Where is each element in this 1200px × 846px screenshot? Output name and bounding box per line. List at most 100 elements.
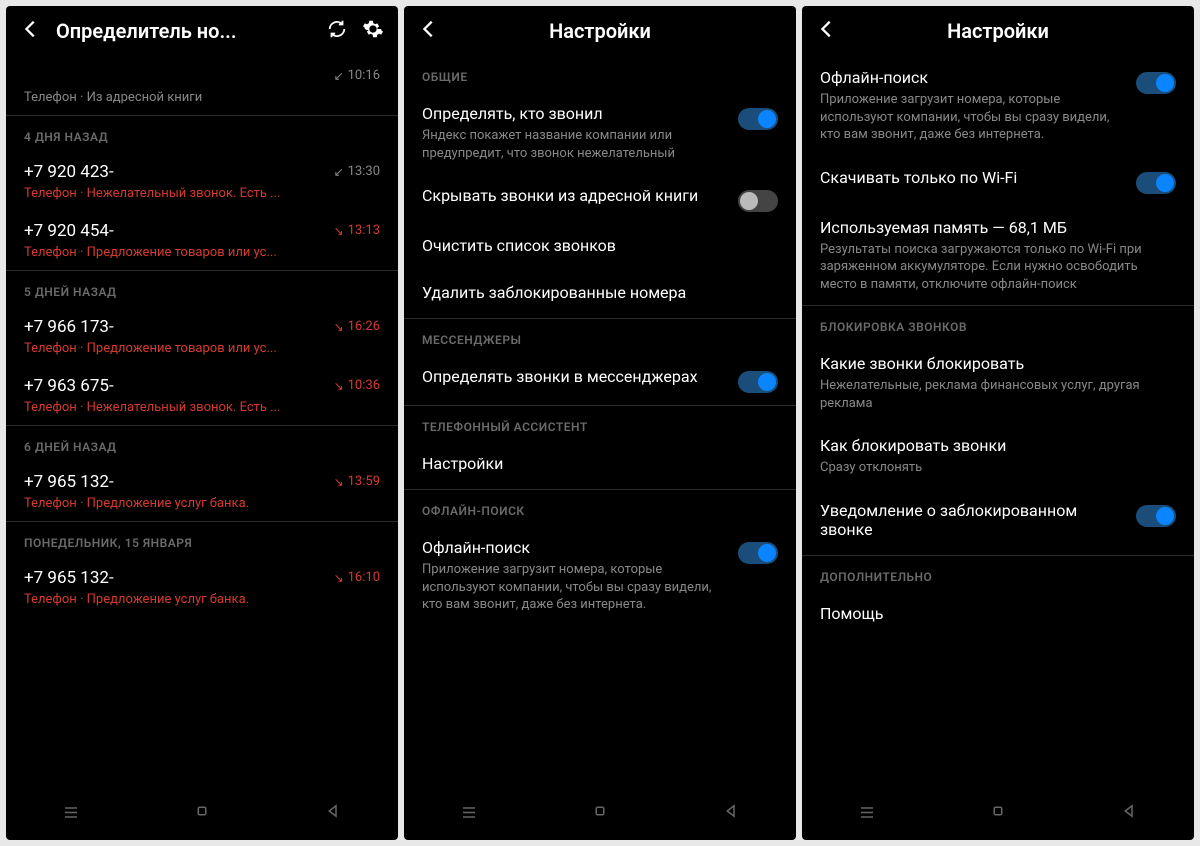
settings-screen-1: Настройки ОБЩИЕ Определять, кто звонил Я…	[404, 6, 796, 840]
setting-title: Уведомление о заблокированном звонке	[820, 501, 1124, 539]
home-button[interactable]	[571, 798, 629, 828]
setting-how-block[interactable]: Как блокировать звонки Сразу отклонять	[802, 424, 1194, 489]
toggle-messenger-detect[interactable]	[738, 371, 778, 393]
setting-offline-search[interactable]: Офлайн-поиск Приложение загрузит номера,…	[802, 56, 1194, 156]
home-button[interactable]	[173, 798, 231, 828]
back-icon[interactable]	[20, 18, 42, 44]
setting-desc: Сразу отклонять	[820, 459, 1176, 477]
call-time: ↘16:10	[334, 570, 380, 585]
call-sub: Телефон · Нежелательный звонок. Есть ...	[24, 186, 314, 201]
setting-title: Офлайн-поиск	[820, 68, 1124, 87]
call-sub: Телефон · Предложение услуг банка.	[24, 592, 314, 607]
setting-assistant[interactable]: Настройки	[404, 442, 796, 489]
call-time: ↙13:30	[334, 164, 380, 179]
setting-title: Определять звонки в мессенджерах	[422, 367, 726, 386]
setting-messenger-detect[interactable]: Определять звонки в мессенджерах	[404, 355, 796, 405]
call-item[interactable]: +7 966 173- Телефон · Предложение товаро…	[6, 307, 398, 366]
setting-title: Используемая память — 68,1 МБ	[820, 218, 1176, 237]
toggle-block-notification[interactable]	[1136, 505, 1176, 527]
call-time: ↙10:16	[334, 68, 380, 83]
back-icon[interactable]	[418, 18, 440, 44]
home-button[interactable]	[969, 798, 1027, 828]
page-title: Определитель но...	[56, 19, 312, 43]
setting-title: Помощь	[820, 604, 1176, 623]
setting-title: Какие звонки блокировать	[820, 354, 1176, 373]
setting-help[interactable]: Помощь	[802, 592, 1194, 639]
setting-detect-caller[interactable]: Определять, кто звонил Яндекс покажет на…	[404, 92, 796, 174]
recent-apps-button[interactable]	[42, 798, 100, 828]
call-number: +7 966 173-	[24, 317, 380, 337]
toggle-hide-contacts[interactable]	[738, 190, 778, 212]
setting-delete-blocked[interactable]: Удалить заблокированные номера	[404, 271, 796, 318]
page-title: Настройки	[852, 19, 1144, 43]
section-header-blocking: БЛОКИРОВКА ЗВОНКОВ	[802, 306, 1194, 342]
call-item[interactable]: +7 963 675- Телефон · Нежелательный звон…	[6, 366, 398, 425]
call-item[interactable]: Телефон · Из адресной книги ↙10:16	[6, 56, 398, 115]
setting-title: Офлайн-поиск	[422, 538, 726, 557]
section-header-assistant: ТЕЛЕФОННЫЙ АССИСТЕНТ	[404, 406, 796, 442]
call-sub: Телефон · Нежелательный звонок. Есть ...	[24, 400, 314, 415]
setting-title: Настройки	[422, 454, 778, 473]
missed-arrow-icon: ↘	[334, 320, 344, 334]
android-navbar	[802, 786, 1194, 840]
call-time: ↘13:13	[334, 223, 380, 238]
call-sub: Телефон · Предложение товаров или ус...	[24, 245, 314, 260]
toggle-detect-caller[interactable]	[738, 108, 778, 130]
call-number: +7 965 132-	[24, 472, 380, 492]
recent-apps-button[interactable]	[440, 798, 498, 828]
incoming-arrow-icon: ↙	[334, 69, 344, 83]
setting-title: Скачивать только по Wi-Fi	[820, 168, 1124, 187]
date-header: 4 ДНЯ НАЗАД	[6, 116, 398, 152]
setting-title: Определять, кто звонил	[422, 104, 726, 123]
back-button[interactable]	[1100, 798, 1158, 828]
android-navbar	[404, 786, 796, 840]
call-sub: Телефон · Из адресной книги	[24, 90, 314, 105]
settings-screen-2: Настройки Офлайн-поиск Приложение загруз…	[802, 6, 1194, 840]
toggle-offline-search[interactable]	[1136, 72, 1176, 94]
toggle-offline-search[interactable]	[738, 542, 778, 564]
call-time: ↘16:26	[334, 319, 380, 334]
settings-content: ОБЩИЕ Определять, кто звонил Яндекс пока…	[404, 56, 796, 786]
call-item[interactable]: +7 965 132- Телефон · Предложение услуг …	[6, 462, 398, 521]
gear-icon[interactable]	[362, 18, 384, 44]
call-item[interactable]: +7 920 423- Телефон · Нежелательный звон…	[6, 152, 398, 211]
call-sub: Телефон · Предложение услуг банка.	[24, 496, 314, 511]
call-number: +7 965 132-	[24, 568, 380, 588]
setting-which-block[interactable]: Какие звонки блокировать Нежелательные, …	[802, 342, 1194, 424]
section-header-extra: ДОПОЛНИТЕЛЬНО	[802, 556, 1194, 592]
setting-block-notification[interactable]: Уведомление о заблокированном звонке	[802, 489, 1194, 555]
setting-memory-usage: Используемая память — 68,1 МБ Результаты…	[802, 206, 1194, 306]
setting-title: Очистить список звонков	[422, 236, 778, 255]
call-log-content: Телефон · Из адресной книги ↙10:16 4 ДНЯ…	[6, 56, 398, 786]
call-number: +7 920 454-	[24, 221, 380, 241]
setting-clear-calls[interactable]: Очистить список звонков	[404, 224, 796, 271]
call-number	[24, 66, 380, 86]
back-button[interactable]	[304, 798, 362, 828]
header: Определитель но...	[6, 6, 398, 56]
date-header: 6 ДНЕЙ НАЗАД	[6, 426, 398, 462]
call-sub: Телефон · Предложение товаров или ус...	[24, 341, 314, 356]
call-time: ↘10:36	[334, 378, 380, 393]
setting-desc: Приложение загрузит номера, которые испо…	[820, 91, 1124, 144]
section-header-offline: ОФЛАЙН-ПОИСК	[404, 490, 796, 526]
back-icon[interactable]	[816, 18, 838, 44]
setting-title: Как блокировать звонки	[820, 436, 1176, 455]
date-header: 5 ДНЕЙ НАЗАД	[6, 271, 398, 307]
setting-offline-search[interactable]: Офлайн-поиск Приложение загрузит номера,…	[404, 526, 796, 626]
toggle-wifi-only[interactable]	[1136, 172, 1176, 194]
setting-desc: Нежелательные, реклама финансовых услуг,…	[820, 377, 1176, 412]
header: Настройки	[802, 6, 1194, 56]
android-navbar	[6, 786, 398, 840]
setting-hide-contacts[interactable]: Скрывать звонки из адресной книги	[404, 174, 796, 224]
call-item[interactable]: +7 920 454- Телефон · Предложение товаро…	[6, 211, 398, 270]
setting-desc: Приложение загрузит номера, которые испо…	[422, 561, 726, 614]
missed-arrow-icon: ↘	[334, 224, 344, 238]
back-button[interactable]	[702, 798, 760, 828]
call-number: +7 920 423-	[24, 162, 380, 182]
recent-apps-button[interactable]	[838, 798, 896, 828]
page-title: Настройки	[454, 19, 746, 43]
refresh-icon[interactable]	[326, 18, 348, 44]
setting-wifi-only[interactable]: Скачивать только по Wi-Fi	[802, 156, 1194, 206]
call-log-screen: Определитель но... Телефон · Из адресной…	[6, 6, 398, 840]
call-item[interactable]: +7 965 132- Телефон · Предложение услуг …	[6, 558, 398, 617]
